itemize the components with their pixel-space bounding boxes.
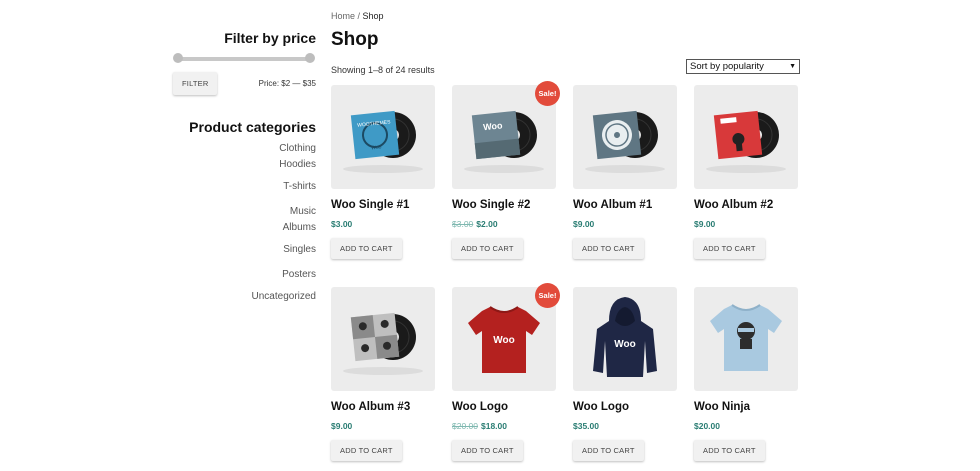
current-price: $2.00 — [476, 219, 498, 229]
sidebar: Filter by price FILTER Price: $2 — $35 P… — [170, 30, 316, 305]
category-music[interactable]: Music — [170, 204, 316, 220]
sale-badge: Sale! — [535, 283, 560, 308]
category-albums[interactable]: Albums — [170, 220, 316, 236]
product-name[interactable]: Woo Logo — [573, 401, 677, 413]
product-price: $9.00 — [694, 219, 798, 229]
category-uncategorized[interactable]: Uncategorized — [170, 289, 316, 305]
vinyl-single-blue-image: WOOTHEMESWoo — [343, 110, 423, 173]
product-name[interactable]: Woo Album #3 — [331, 401, 435, 413]
category-list: Clothing Hoodies T-shirts Music Albums S… — [170, 141, 316, 305]
breadcrumb-separator: / — [355, 11, 363, 21]
product-name[interactable]: Woo Album #1 — [573, 199, 677, 211]
price-slider-max-handle[interactable] — [305, 53, 315, 63]
add-to-cart-button[interactable]: ADD TO CART — [331, 238, 402, 259]
product-price: $9.00 — [331, 421, 435, 431]
current-price: $9.00 — [694, 219, 716, 229]
product-price: $20.00 $18.00 — [452, 421, 556, 431]
current-price: $20.00 — [694, 421, 720, 431]
chevron-down-icon: ▼ — [789, 63, 796, 70]
add-to-cart-button[interactable]: ADD TO CART — [694, 238, 765, 259]
product-image[interactable] — [573, 85, 677, 189]
filter-button[interactable]: FILTER — [173, 72, 218, 95]
svg-text:Woo: Woo — [493, 335, 514, 346]
category-singles[interactable]: Singles — [170, 242, 316, 258]
vinyl-album-red-image — [706, 110, 786, 173]
product-image[interactable]: Woo — [573, 287, 677, 391]
add-to-cart-button[interactable]: ADD TO CART — [331, 440, 402, 461]
category-tshirts[interactable]: T-shirts — [170, 179, 316, 195]
main-content: Home / Shop Shop Showing 1–8 of 24 resul… — [331, 11, 801, 75]
vinyl-album-slate-image — [585, 110, 665, 173]
product-categories-title: Product categories — [189, 119, 316, 135]
current-price: $18.00 — [481, 421, 507, 431]
product-card[interactable]: Woo Album #2 $9.00 ADD TO CART — [694, 85, 798, 259]
product-name[interactable]: Woo Single #2 — [452, 199, 556, 211]
category-clothing[interactable]: Clothing — [170, 141, 316, 157]
product-price: $3.00 $2.00 — [452, 219, 556, 229]
navy-hoodie-image: Woo — [593, 297, 657, 377]
product-card[interactable]: WOOTHEMES Woo Woo Single #1 $3.00 ADD TO … — [331, 85, 435, 259]
current-price: $35.00 — [573, 421, 599, 431]
product-price: $9.00 — [573, 219, 677, 229]
current-price: $9.00 — [331, 421, 353, 431]
product-image[interactable]: WOOTHEMES Woo — [331, 85, 435, 189]
breadcrumb-home[interactable]: Home — [331, 11, 355, 21]
svg-text:Woo: Woo — [614, 339, 635, 350]
current-price: $3.00 — [331, 219, 353, 229]
product-price: $3.00 — [331, 219, 435, 229]
product-name[interactable]: Woo Single #1 — [331, 199, 435, 211]
product-image[interactable] — [694, 287, 798, 391]
product-card[interactable]: Woo Ninja $20.00 ADD TO CART — [694, 287, 798, 461]
product-card[interactable]: Woo Sale! Woo Logo $20.00 $18.00 ADD TO C… — [452, 283, 560, 461]
breadcrumb: Home / Shop — [331, 11, 801, 21]
product-card[interactable]: Woo Album #3 $9.00 ADD TO CART — [331, 287, 435, 461]
svg-text:Woo: Woo — [371, 144, 382, 151]
product-card[interactable]: Woo Sale! Woo Single #2 $3.00 $2.00 ADD T… — [452, 81, 560, 259]
price-range-label: Price: $2 — $35 — [258, 79, 316, 88]
product-image[interactable] — [331, 287, 435, 391]
sort-selected-value: Sort by popularity — [690, 61, 764, 72]
breadcrumb-current: Shop — [362, 11, 384, 21]
current-price: $9.00 — [573, 219, 595, 229]
product-name[interactable]: Woo Album #2 — [694, 199, 798, 211]
svg-text:Woo: Woo — [483, 120, 504, 132]
sort-select[interactable]: Sort by popularity ▼ — [686, 59, 800, 74]
old-price: $3.00 — [452, 219, 474, 229]
add-to-cart-button[interactable]: ADD TO CART — [452, 238, 523, 259]
price-slider-track — [176, 57, 312, 61]
product-card[interactable]: Woo Woo Logo $35.00 ADD TO CART — [573, 287, 677, 461]
add-to-cart-button[interactable]: ADD TO CART — [573, 238, 644, 259]
result-count: Showing 1–8 of 24 results — [331, 65, 435, 75]
old-price: $20.00 — [452, 421, 478, 431]
vinyl-album-checker-image — [343, 312, 423, 375]
category-posters[interactable]: Posters — [170, 267, 316, 283]
product-image[interactable]: Woo Sale! — [452, 283, 560, 391]
category-hoodies[interactable]: Hoodies — [170, 157, 316, 173]
sale-badge: Sale! — [535, 81, 560, 106]
add-to-cart-button[interactable]: ADD TO CART — [573, 440, 644, 461]
add-to-cart-button[interactable]: ADD TO CART — [452, 440, 523, 461]
product-name[interactable]: Woo Logo — [452, 401, 556, 413]
product-image[interactable] — [694, 85, 798, 189]
filter-by-price-title: Filter by price — [224, 30, 316, 46]
price-slider[interactable] — [170, 52, 316, 66]
product-price: $35.00 — [573, 421, 677, 431]
add-to-cart-button[interactable]: ADD TO CART — [694, 440, 765, 461]
product-price: $20.00 — [694, 421, 798, 431]
price-slider-min-handle[interactable] — [173, 53, 183, 63]
product-image[interactable]: Woo Sale! — [452, 81, 560, 189]
product-name[interactable]: Woo Ninja — [694, 401, 798, 413]
product-card[interactable]: Woo Album #1 $9.00 ADD TO CART — [573, 85, 677, 259]
page-title: Shop — [331, 29, 379, 50]
lightblue-tshirt-image — [710, 304, 782, 371]
filter-row: FILTER Price: $2 — $35 — [170, 72, 316, 95]
